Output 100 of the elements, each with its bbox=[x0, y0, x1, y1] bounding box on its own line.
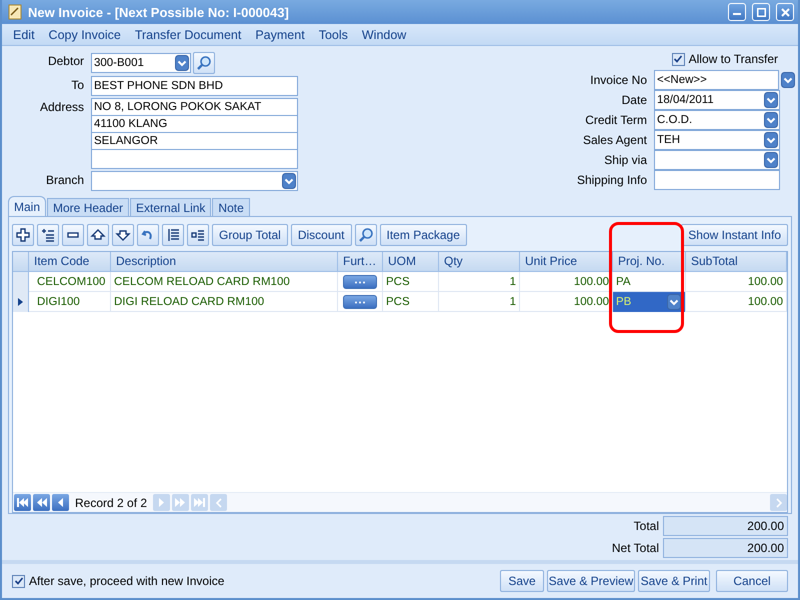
dropdown-icon[interactable] bbox=[175, 55, 189, 71]
toolbar-button[interactable]: Show Instant Info bbox=[681, 224, 788, 246]
footer-button[interactable]: Save & Print bbox=[638, 570, 710, 592]
chevron-left-icon bbox=[214, 498, 223, 508]
list-view-button[interactable] bbox=[187, 224, 209, 246]
column-header[interactable]: SubTotal bbox=[686, 252, 787, 271]
grid-row[interactable]: DIGI100 DIGI RELOAD CARD RM100 PCS 1 100.00 PB 100.00 bbox=[13, 292, 787, 312]
field-label: Date bbox=[620, 92, 647, 109]
column-header[interactable]: Item Code bbox=[29, 252, 111, 271]
table-cell: 100.00 bbox=[686, 272, 787, 292]
tab[interactable]: Note bbox=[212, 198, 250, 216]
close-icon bbox=[780, 8, 790, 16]
address-line-field[interactable]: NO 8, LORONG POKOK SAKAT bbox=[91, 98, 298, 116]
dropdown-icon[interactable] bbox=[781, 72, 795, 88]
table-cell: 1 bbox=[439, 272, 520, 292]
search-button[interactable] bbox=[193, 52, 215, 74]
toolbar-button[interactable]: Group Total bbox=[212, 224, 288, 246]
tab[interactable]: External Link bbox=[130, 198, 212, 216]
toolbar-button[interactable]: Item Package bbox=[380, 224, 467, 246]
tab[interactable]: More Header bbox=[47, 198, 130, 216]
column-header[interactable]: Proj. No. bbox=[613, 252, 686, 271]
maximize-icon bbox=[756, 8, 766, 16]
field-label: Branch bbox=[44, 172, 84, 189]
row-indicator[interactable] bbox=[13, 292, 29, 312]
footer-button[interactable]: Save & Preview bbox=[547, 570, 635, 592]
table-cell: 100.00 bbox=[520, 272, 613, 292]
column-header[interactable]: Description bbox=[111, 252, 338, 271]
insert-row-button[interactable] bbox=[37, 224, 59, 246]
table-cell: PCS bbox=[383, 292, 439, 312]
address-line-field[interactable]: SELANGOR bbox=[91, 132, 298, 150]
dropdown-icon[interactable] bbox=[282, 173, 296, 189]
tab[interactable]: Main bbox=[8, 196, 46, 216]
dropdown-icon[interactable] bbox=[764, 92, 778, 108]
field-label: Address bbox=[38, 99, 84, 116]
search-icon bbox=[196, 55, 212, 71]
dropdown-icon[interactable] bbox=[764, 152, 778, 168]
dropdown-icon[interactable] bbox=[764, 132, 778, 148]
input-field[interactable]: <<New>> bbox=[654, 70, 779, 90]
more-button[interactable] bbox=[343, 275, 377, 289]
proceed-checkbox[interactable]: After save, proceed with new Invoice bbox=[12, 574, 224, 588]
menu-item[interactable]: Tools bbox=[312, 28, 355, 42]
ellipsis-icon bbox=[354, 300, 366, 304]
column-header[interactable]: Unit Price bbox=[520, 252, 613, 271]
add-button[interactable] bbox=[12, 224, 34, 246]
more-button[interactable] bbox=[343, 295, 377, 309]
field-label: Debtor bbox=[46, 53, 84, 70]
field-label: Ship via bbox=[603, 152, 647, 169]
menu-item[interactable]: Payment bbox=[248, 28, 312, 42]
dropdown-field[interactable]: C.O.D. bbox=[654, 110, 780, 130]
maximize-button[interactable] bbox=[752, 3, 770, 21]
move-up-button[interactable] bbox=[87, 224, 109, 246]
grid-row[interactable]: CELCOM100 CELCOM RELOAD CARD RM100 PCS 1 100.00 PA 100.00 bbox=[13, 272, 787, 292]
first-record-button[interactable] bbox=[14, 494, 31, 511]
menu-item[interactable]: Edit bbox=[6, 28, 42, 42]
total-value: 200.00 bbox=[663, 538, 788, 558]
table-cell: CELCOM RELOAD CARD RM100 bbox=[111, 272, 338, 292]
column-header[interactable]: UOM bbox=[383, 252, 439, 271]
field-label: Shipping Info bbox=[576, 172, 647, 189]
dropdown-field[interactable]: TEH bbox=[654, 130, 780, 150]
minimize-button[interactable] bbox=[728, 3, 746, 21]
add-icon bbox=[15, 227, 31, 243]
move-down-button[interactable] bbox=[112, 224, 134, 246]
last-icon bbox=[194, 498, 206, 507]
column-header[interactable]: Qty bbox=[439, 252, 520, 271]
address-line-field[interactable]: 41100 KLANG bbox=[91, 115, 298, 133]
close-button[interactable] bbox=[776, 3, 794, 21]
menu-item[interactable]: Window bbox=[354, 28, 414, 42]
input-field[interactable] bbox=[654, 170, 780, 190]
dropdown-icon[interactable] bbox=[667, 294, 681, 310]
document-icon bbox=[8, 4, 22, 20]
branch-dropdown[interactable] bbox=[91, 171, 298, 191]
menu-item[interactable]: Copy Invoice bbox=[42, 28, 128, 42]
footer-button[interactable]: Cancel bbox=[716, 570, 788, 592]
previous-page-button[interactable] bbox=[33, 494, 50, 511]
previous-record-button[interactable] bbox=[52, 494, 69, 511]
input-field[interactable]: BEST PHONE SDN BHD bbox=[91, 76, 298, 96]
field-label: To bbox=[70, 77, 84, 94]
dropdown-icon[interactable] bbox=[764, 112, 778, 128]
first-icon bbox=[17, 498, 28, 507]
search-button[interactable] bbox=[354, 224, 377, 246]
address-line-field[interactable] bbox=[91, 149, 298, 169]
footer-button[interactable]: Save bbox=[500, 570, 544, 592]
dropdown-field[interactable]: 18/04/2011 bbox=[654, 90, 780, 110]
record-count: Record 2 of 2 bbox=[74, 496, 148, 510]
ellipsis-icon bbox=[354, 280, 366, 284]
debtor-dropdown[interactable]: 300-B001 bbox=[91, 53, 191, 73]
checkbox[interactable] bbox=[12, 574, 25, 588]
list-button[interactable] bbox=[162, 224, 184, 246]
table-cell: PCS bbox=[383, 272, 439, 292]
toolbar-button[interactable]: Discount bbox=[290, 224, 352, 246]
menu-item[interactable]: Transfer Document bbox=[128, 28, 248, 42]
total-label: Total bbox=[634, 519, 659, 533]
dropdown-field[interactable] bbox=[654, 150, 780, 170]
column-header[interactable]: Furt… bbox=[338, 252, 383, 271]
table-cell: DIGI RELOAD CARD RM100 bbox=[111, 292, 338, 312]
allow-transfer-checkbox[interactable]: Allow to Transfer bbox=[672, 52, 778, 66]
remove-button[interactable] bbox=[62, 224, 84, 246]
undo-button[interactable] bbox=[137, 224, 159, 246]
total-value: 200.00 bbox=[663, 516, 788, 536]
checkbox[interactable] bbox=[672, 52, 685, 66]
